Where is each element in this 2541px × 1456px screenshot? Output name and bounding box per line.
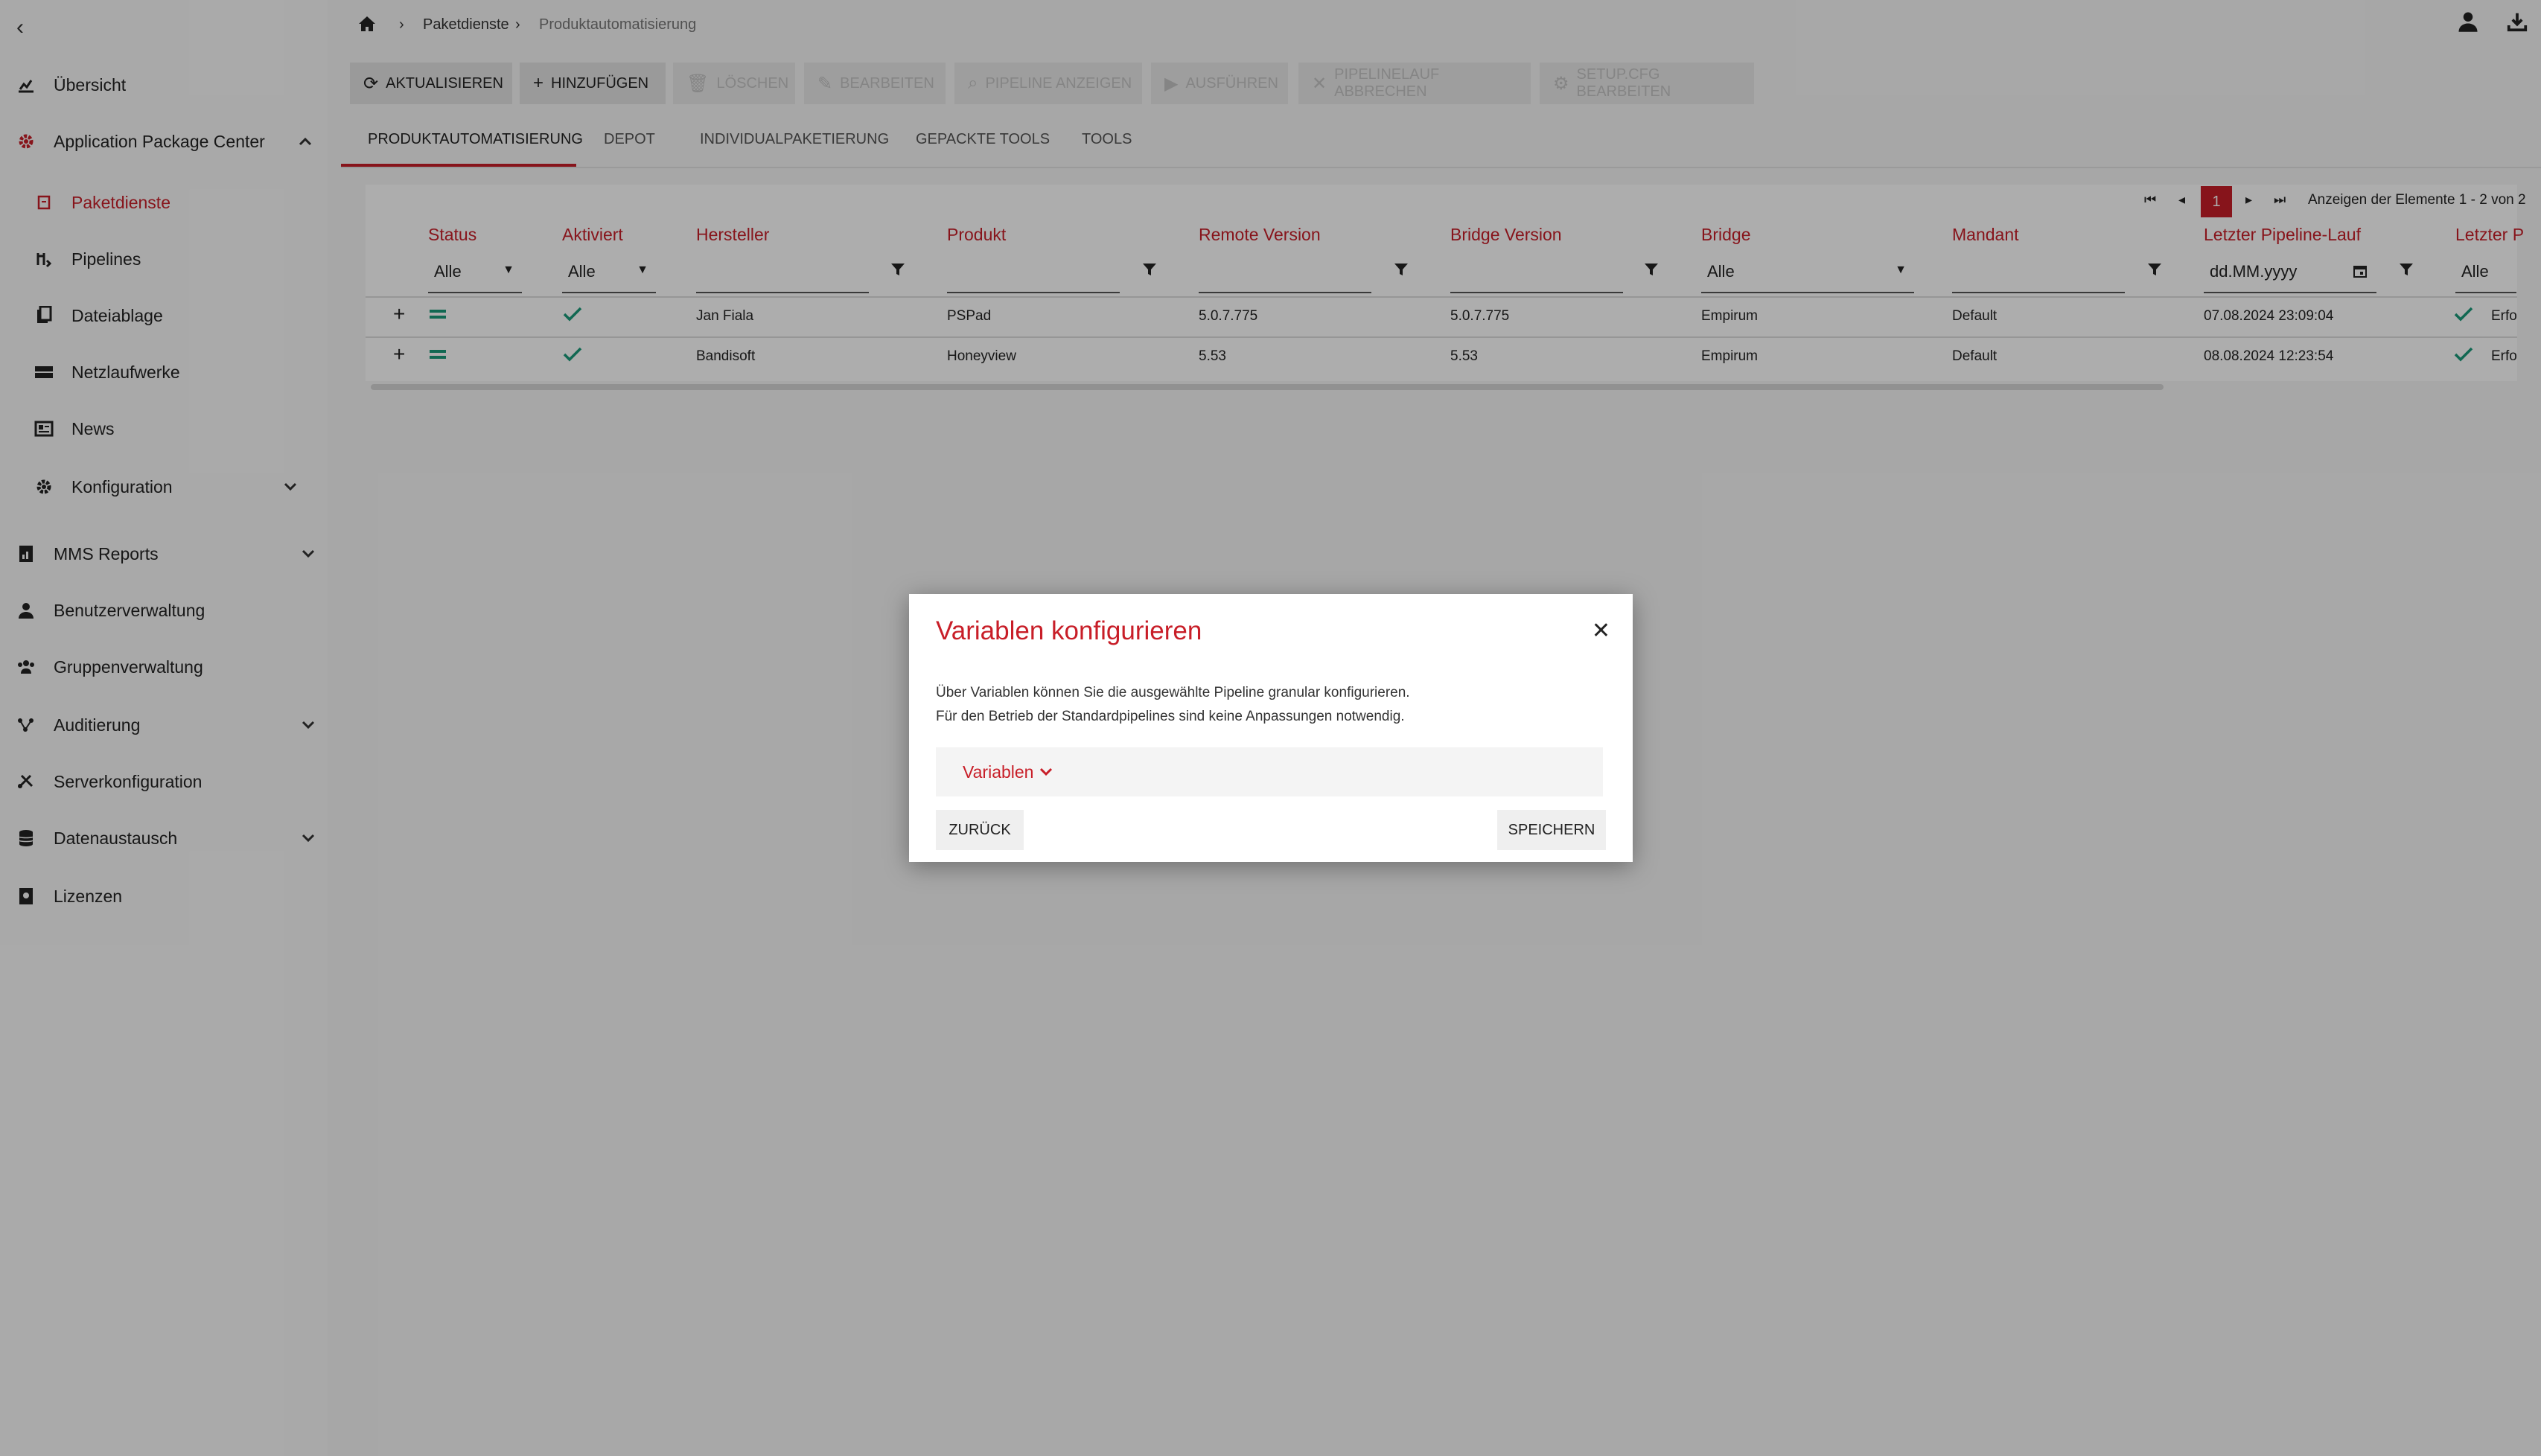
variables-panel-label: Variablen — [963, 762, 1034, 782]
variables-dialog: Variablen konfigurieren ✕ Über Variablen… — [909, 594, 1633, 862]
close-icon[interactable]: ✕ — [1592, 618, 1610, 644]
back-button[interactable]: ZURÜCK — [936, 810, 1024, 850]
dialog-title: Variablen konfigurieren — [936, 616, 1202, 645]
dialog-description-line1: Über Variablen können Sie die ausgewählt… — [936, 685, 1410, 700]
variables-expansion-panel[interactable]: Variablen — [936, 747, 1603, 796]
dialog-description-line2: Für den Betrieb der Standardpipelines si… — [936, 709, 1405, 724]
save-button[interactable]: SPEICHERN — [1497, 810, 1606, 850]
chevron-down-icon — [1039, 759, 1053, 782]
app-window: ‹ Übersicht Application Package Center P… — [0, 0, 2541, 1456]
